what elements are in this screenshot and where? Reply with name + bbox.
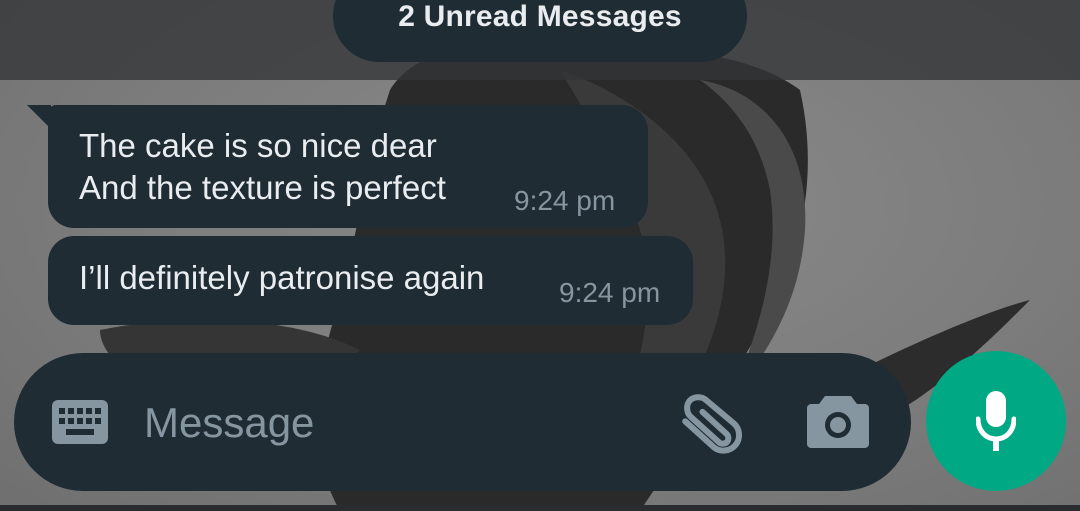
message-input[interactable] bbox=[144, 393, 644, 453]
message-composer bbox=[14, 353, 911, 491]
paperclip-icon[interactable] bbox=[674, 391, 744, 455]
unread-messages-banner: 2 Unread Messages bbox=[333, 0, 747, 62]
message-timestamp: 9:24 pm bbox=[559, 277, 661, 308]
bottom-edge bbox=[0, 505, 1080, 511]
message-timestamp: 9:24 pm bbox=[514, 185, 616, 216]
message-bubble[interactable]: I’ll definitely patronise again 9:24 pm bbox=[48, 236, 693, 325]
microphone-icon bbox=[976, 391, 1016, 451]
message-text: I’ll definitely patronise again bbox=[79, 259, 485, 296]
voice-record-button[interactable] bbox=[926, 351, 1066, 491]
keyboard-icon[interactable] bbox=[52, 400, 108, 444]
message-bubble[interactable]: The cake is so nice dear And the texture… bbox=[48, 105, 648, 228]
camera-icon[interactable] bbox=[807, 392, 869, 448]
message-text: The cake is so nice dear And the texture… bbox=[79, 127, 446, 206]
